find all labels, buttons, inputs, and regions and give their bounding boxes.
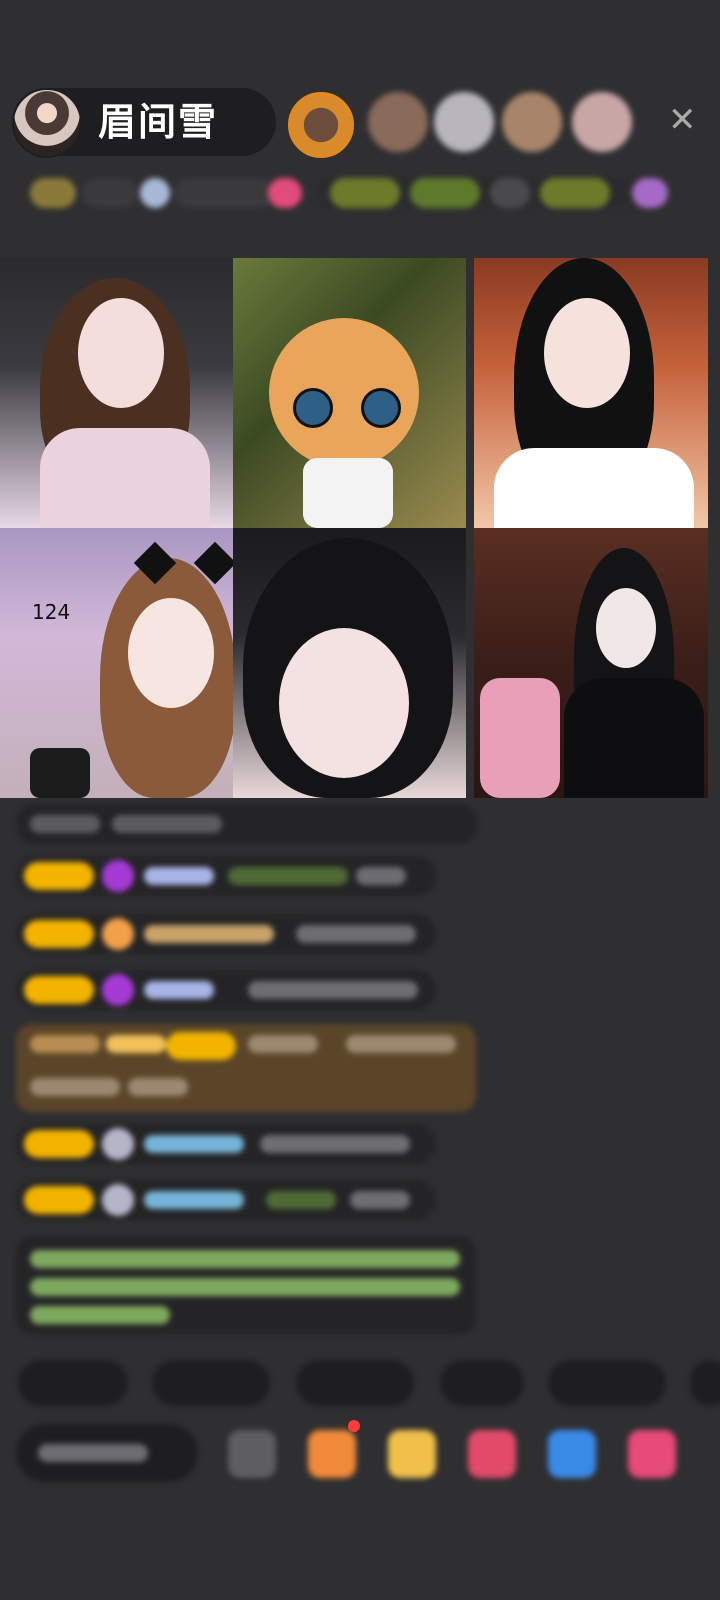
game-icon[interactable]	[548, 1430, 596, 1478]
heart-icon[interactable]	[468, 1430, 516, 1478]
host-name: 眉间雪	[98, 100, 219, 144]
top-viewer-avatar-5[interactable]	[572, 92, 632, 152]
host-avatar[interactable]	[12, 88, 82, 158]
quick-reply-pill[interactable]	[440, 1360, 524, 1406]
quick-reply-pill[interactable]	[18, 1360, 128, 1406]
notification-dot	[348, 1420, 360, 1432]
chat-message[interactable]	[16, 914, 436, 954]
chat-message[interactable]	[16, 970, 436, 1010]
video-tile-5[interactable]	[233, 528, 466, 798]
quick-reply-pill[interactable]	[690, 1360, 720, 1406]
video-tile-1[interactable]	[0, 258, 233, 528]
top-viewer-avatar-1[interactable]	[288, 92, 354, 158]
chat-message[interactable]	[16, 1180, 436, 1220]
room-info-bar[interactable]	[20, 172, 685, 214]
chat-message[interactable]	[16, 804, 478, 844]
video-tile-6[interactable]	[474, 528, 708, 798]
gift-icon[interactable]	[308, 1430, 356, 1478]
top-viewer-avatar-2[interactable]	[368, 92, 428, 152]
chat-message[interactable]	[16, 1124, 436, 1164]
close-icon[interactable]: ✕	[668, 103, 697, 137]
coin-icon[interactable]	[388, 1430, 436, 1478]
chat-message[interactable]	[16, 856, 436, 896]
chat-input[interactable]	[16, 1424, 198, 1482]
video-tile-2[interactable]	[233, 258, 466, 528]
tile-count: 124	[32, 600, 71, 624]
emoji-icon[interactable]	[228, 1430, 276, 1478]
system-notice	[16, 1236, 476, 1334]
top-viewer-avatar-3[interactable]	[434, 92, 494, 152]
quick-reply-pill[interactable]	[152, 1360, 270, 1406]
video-tile-3[interactable]	[474, 258, 708, 528]
quick-reply-pill[interactable]	[296, 1360, 414, 1406]
highlight-chat-message[interactable]	[16, 1024, 476, 1112]
quick-reply-pill[interactable]	[548, 1360, 666, 1406]
more-icon[interactable]	[628, 1430, 676, 1478]
top-viewer-avatar-4[interactable]	[502, 92, 562, 152]
video-tile-4[interactable]: 124	[0, 528, 233, 798]
